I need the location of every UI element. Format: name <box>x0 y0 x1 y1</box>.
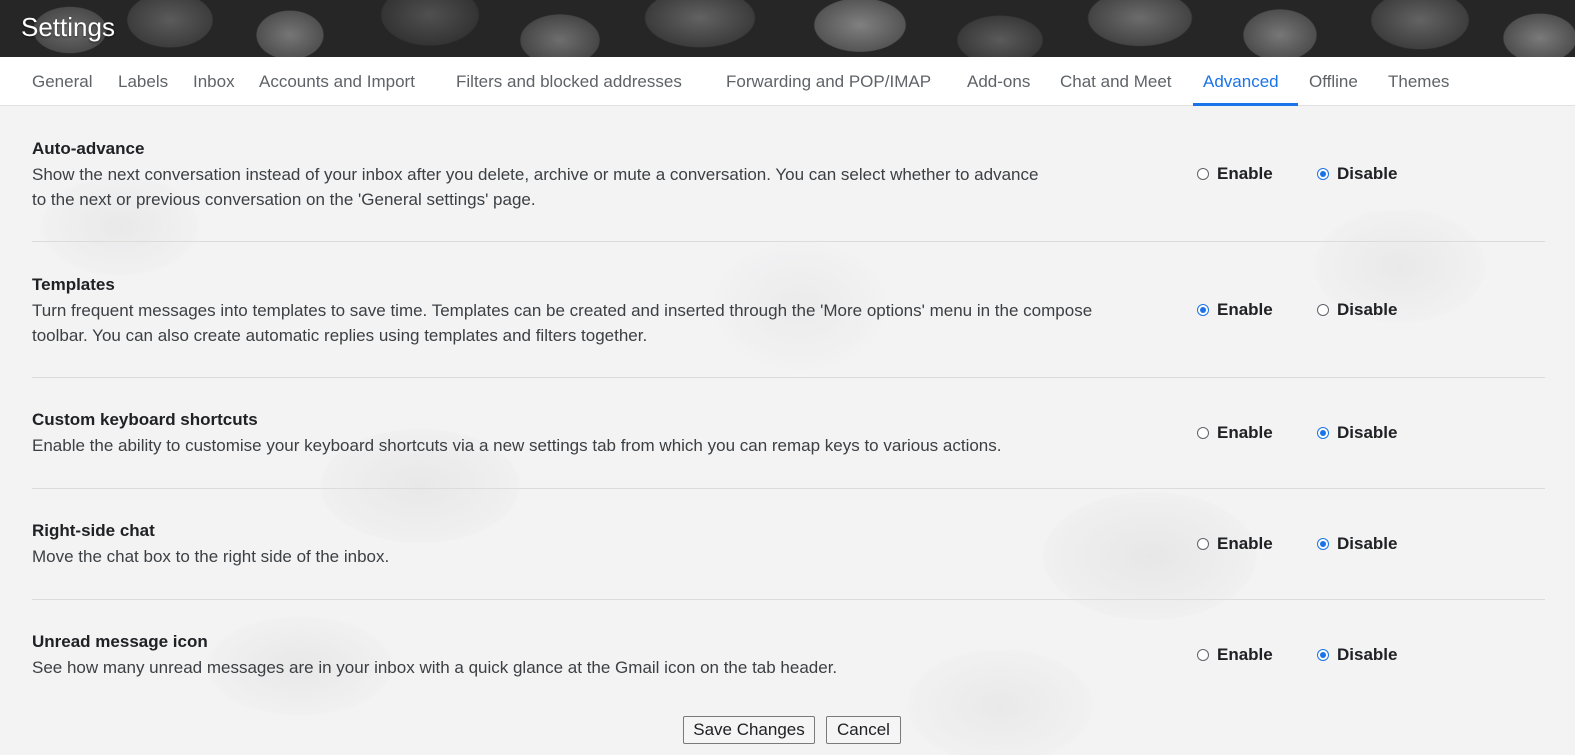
disable-radio[interactable] <box>1317 649 1329 661</box>
disable-option[interactable]: Disable <box>1317 164 1397 184</box>
tab-chat-and-meet[interactable]: Chat and Meet <box>1060 57 1172 106</box>
tab-advanced[interactable]: Advanced <box>1193 57 1298 106</box>
disable-option[interactable]: Disable <box>1317 645 1397 665</box>
disable-label[interactable]: Disable <box>1337 534 1397 554</box>
setting-custom-keyboard-shortcuts: Custom keyboard shortcuts Enable the abi… <box>32 378 1545 489</box>
setting-title: Templates <box>32 275 115 294</box>
setting-description: Enable the ability to customise your key… <box>32 436 1002 455</box>
tab-labels[interactable]: Labels <box>118 57 168 106</box>
enable-label[interactable]: Enable <box>1217 645 1273 665</box>
enable-label[interactable]: Enable <box>1217 423 1273 443</box>
enable-option[interactable]: Enable <box>1197 164 1273 184</box>
disable-radio[interactable] <box>1317 304 1329 316</box>
setting-description: Turn frequent messages into templates to… <box>32 301 1093 345</box>
setting-description: See how many unread messages are in your… <box>32 658 838 677</box>
save-changes-button[interactable]: Save Changes <box>683 716 815 744</box>
disable-option[interactable]: Disable <box>1317 300 1397 320</box>
setting-title: Auto-advance <box>32 139 145 158</box>
page-title: Settings <box>21 12 115 42</box>
disable-label[interactable]: Disable <box>1337 164 1397 184</box>
disable-option[interactable]: Disable <box>1317 423 1397 443</box>
enable-label[interactable]: Enable <box>1217 300 1273 320</box>
tab-general[interactable]: General <box>32 57 92 106</box>
setting-templates: Templates Turn frequent messages into te… <box>32 242 1545 378</box>
disable-radio[interactable] <box>1317 168 1329 180</box>
disable-label[interactable]: Disable <box>1337 645 1397 665</box>
enable-radio[interactable] <box>1197 538 1209 550</box>
enable-option[interactable]: Enable <box>1197 534 1273 554</box>
tab-accounts-and-import[interactable]: Accounts and Import <box>259 57 415 106</box>
enable-label[interactable]: Enable <box>1217 164 1273 184</box>
enable-option[interactable]: Enable <box>1197 300 1273 320</box>
enable-option[interactable]: Enable <box>1197 423 1273 443</box>
setting-title: Unread message icon <box>32 632 208 651</box>
enable-radio[interactable] <box>1197 649 1209 661</box>
setting-title: Custom keyboard shortcuts <box>32 410 258 429</box>
tab-inbox[interactable]: Inbox <box>193 57 235 106</box>
enable-radio[interactable] <box>1197 304 1209 316</box>
tab-filters-and-blocked-addresses[interactable]: Filters and blocked addresses <box>456 57 682 106</box>
enable-label[interactable]: Enable <box>1217 534 1273 554</box>
setting-description: Move the chat box to the right side of t… <box>32 547 390 566</box>
enable-radio[interactable] <box>1197 168 1209 180</box>
setting-unread-message-icon: Unread message icon See how many unread … <box>32 600 1545 700</box>
disable-label[interactable]: Disable <box>1337 423 1397 443</box>
enable-radio[interactable] <box>1197 427 1209 439</box>
setting-auto-advance: Auto-advance Show the next conversation … <box>32 106 1545 242</box>
cancel-button[interactable]: Cancel <box>826 716 901 744</box>
setting-description: Show the next conversation instead of yo… <box>32 165 1039 209</box>
tab-themes[interactable]: Themes <box>1388 57 1449 106</box>
settings-content: Auto-advance Show the next conversation … <box>0 106 1575 755</box>
tab-offline[interactable]: Offline <box>1309 57 1358 106</box>
disable-option[interactable]: Disable <box>1317 534 1397 554</box>
disable-label[interactable]: Disable <box>1337 300 1397 320</box>
setting-right-side-chat: Right-side chat Move the chat box to the… <box>32 489 1545 600</box>
tab-forwarding-and-pop-imap[interactable]: Forwarding and POP/IMAP <box>726 57 931 106</box>
enable-option[interactable]: Enable <box>1197 645 1273 665</box>
disable-radio[interactable] <box>1317 538 1329 550</box>
settings-tab-bar: General Labels Inbox Accounts and Import… <box>0 57 1575 106</box>
tab-add-ons[interactable]: Add-ons <box>967 57 1030 106</box>
disable-radio[interactable] <box>1317 427 1329 439</box>
setting-title: Right-side chat <box>32 521 155 540</box>
settings-header: Settings <box>0 0 1575 57</box>
